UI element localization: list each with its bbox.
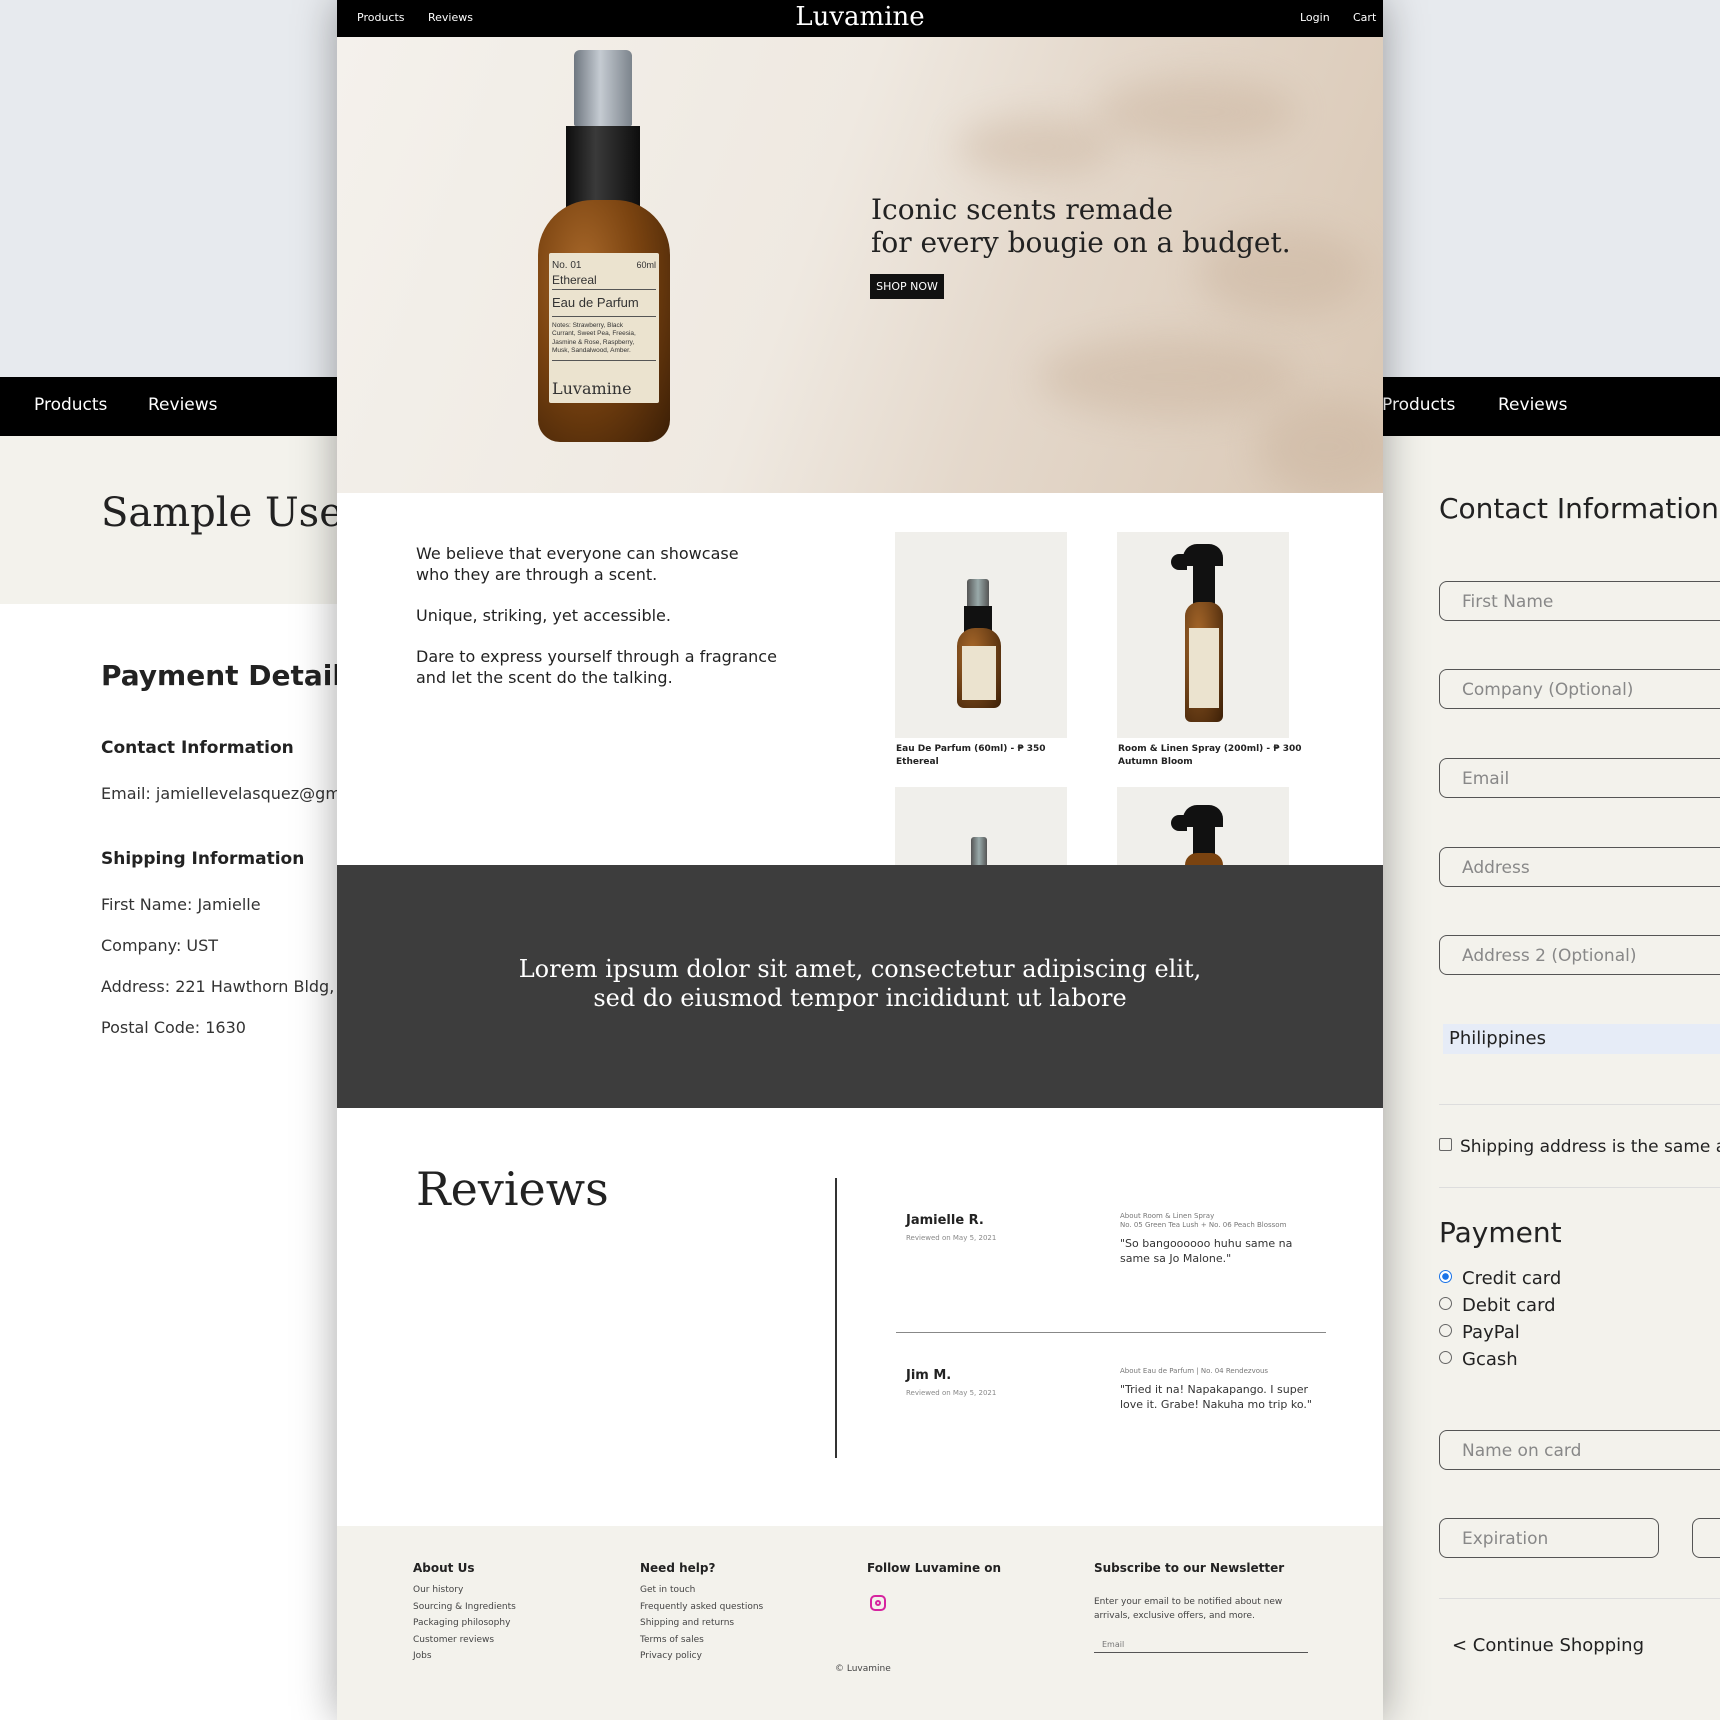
radio-paypal[interactable]: PayPal <box>1439 1322 1520 1343</box>
email-field[interactable]: Email <box>1439 758 1720 798</box>
divider <box>1439 1598 1720 1599</box>
product-card-eau-de-parfum[interactable] <box>895 532 1067 738</box>
address-field[interactable]: Address <box>1439 847 1720 887</box>
address-line: Address: 221 Hawthorn Bldg, Ce <box>101 977 361 996</box>
perfume-bottle-image: No. 01 60ml Ethereal Eau de Parfum Notes… <box>538 50 670 442</box>
checkout-nav-bar: Products Reviews <box>1330 377 1720 436</box>
reviews-divider <box>835 1178 837 1458</box>
nav-products-link[interactable]: Products <box>1382 395 1455 415</box>
footer-newsletter-title: Subscribe to our Newsletter <box>1094 1561 1285 1575</box>
radio-label: Debit card <box>1462 1295 1556 1316</box>
cvv-field[interactable] <box>1692 1518 1720 1558</box>
radio-button[interactable] <box>1439 1270 1452 1283</box>
reviews-title: Reviews <box>416 1162 609 1216</box>
divider <box>1439 1187 1720 1188</box>
contact-info-heading: Contact Information <box>101 738 294 758</box>
nav-reviews-link[interactable]: Reviews <box>1498 395 1568 415</box>
label-number: No. 01 <box>552 260 582 271</box>
continue-shopping-link[interactable]: < Continue Shopping <box>1452 1635 1644 1656</box>
hero-banner <box>337 37 1383 493</box>
review-text: "Tried it na! Napakapango. I super love … <box>1120 1383 1312 1411</box>
nav-login-link[interactable]: Login <box>1300 11 1330 24</box>
footer-link[interactable]: Get in touch <box>640 1582 763 1599</box>
same-address-label: Shipping address is the same a <box>1460 1137 1720 1157</box>
footer-help-title: Need help? <box>640 1561 716 1575</box>
review-date: Reviewed on May 5, 2021 <box>906 1389 997 1397</box>
footer-help-links: Get in touch Frequently asked questions … <box>640 1582 763 1665</box>
checkbox[interactable] <box>1439 1138 1452 1151</box>
radio-button[interactable] <box>1439 1351 1452 1364</box>
quote-band: Lorem ipsum dolor sit amet, consectetur … <box>337 865 1383 1108</box>
footer-about-title: About Us <box>413 1561 475 1575</box>
nav-cart-link[interactable]: Cart <box>1353 11 1376 24</box>
company-field[interactable]: Company (Optional) <box>1439 669 1720 709</box>
nav-products-link[interactable]: Products <box>34 395 107 415</box>
radio-credit-card[interactable]: Credit card <box>1439 1268 1561 1289</box>
brand-intro-text: We believe that everyone can showcase who… <box>416 544 777 687</box>
footer-link[interactable]: Terms of sales <box>640 1632 763 1649</box>
review-date: Reviewed on May 5, 2021 <box>906 1234 997 1242</box>
divider <box>1439 1104 1720 1105</box>
reviewer-name: Jamielle R. <box>906 1213 984 1228</box>
product-name-eau-de-parfum[interactable]: Eau De Parfum (60ml) - ₱ 350 Ethereal <box>896 743 1046 769</box>
first-name-line: First Name: Jamielle <box>101 895 261 914</box>
footer-link[interactable]: Frequently asked questions <box>640 1599 763 1616</box>
footer-link[interactable]: Sourcing & Ingredients <box>413 1599 516 1616</box>
footer-link[interactable]: Jobs <box>413 1648 516 1665</box>
hero-headline: Iconic scents remade for every bougie on… <box>871 193 1291 259</box>
label-brand: Luvamine <box>552 379 632 398</box>
payment-title: Payment <box>1439 1216 1562 1249</box>
payment-details-title: Payment Details <box>101 659 359 692</box>
company-line: Company: UST <box>101 936 219 955</box>
brand-logo[interactable]: Luvamine <box>337 2 1383 32</box>
first-name-field[interactable]: First Name <box>1439 581 1720 621</box>
radio-button[interactable] <box>1439 1297 1452 1310</box>
radio-label: PayPal <box>1462 1322 1520 1343</box>
copyright: © Luvamine <box>835 1664 891 1674</box>
footer-link[interactable]: Our history <box>413 1582 516 1599</box>
name-on-card-field[interactable]: Name on card <box>1439 1430 1720 1470</box>
product-card[interactable] <box>895 787 1067 865</box>
footer-about-links: Our history Sourcing & Ingredients Packa… <box>413 1582 516 1665</box>
shipping-info-heading: Shipping Information <box>101 849 305 869</box>
radio-debit-card[interactable]: Debit card <box>1439 1295 1556 1316</box>
expiration-field[interactable]: Expiration <box>1439 1518 1659 1558</box>
radio-label: Gcash <box>1462 1349 1518 1370</box>
footer-link[interactable]: Privacy policy <box>640 1648 763 1665</box>
instagram-icon[interactable] <box>870 1595 886 1611</box>
newsletter-text: Enter your email to be notified about ne… <box>1094 1597 1283 1621</box>
label-type: Eau de Parfum <box>552 295 639 310</box>
review-product: About Eau de Parfum | No. 04 Rendezvous <box>1120 1367 1269 1375</box>
product-card[interactable] <box>1117 787 1289 865</box>
country-select[interactable]: Philippines <box>1443 1024 1720 1054</box>
postal-code-line: Postal Code: 1630 <box>101 1018 246 1037</box>
user-name-title: Sample User <box>101 490 362 536</box>
radio-gcash[interactable]: Gcash <box>1439 1349 1518 1370</box>
same-address-checkbox-row[interactable]: Shipping address is the same a <box>1439 1137 1720 1157</box>
review-separator <box>896 1332 1326 1333</box>
reviewer-name: Jim M. <box>906 1368 952 1383</box>
shop-now-button[interactable]: SHOP NOW <box>870 274 944 299</box>
nav-reviews-link[interactable]: Reviews <box>148 395 218 415</box>
product-card-room-spray[interactable] <box>1117 532 1289 738</box>
radio-button[interactable] <box>1439 1324 1452 1337</box>
review-product: About Room & Linen Spray No. 05 Green Tea… <box>1120 1212 1287 1229</box>
label-scent-name: Ethereal <box>552 273 597 287</box>
product-name-room-spray[interactable]: Room & Linen Spray (200ml) - ₱ 300 Autumn… <box>1118 743 1301 769</box>
bottle-label: No. 01 60ml Ethereal Eau de Parfum Notes… <box>549 253 659 403</box>
newsletter-email-input[interactable] <box>1094 1636 1308 1653</box>
label-notes: Notes: Strawberry, Black Currant, Sweet … <box>552 322 636 354</box>
address2-field[interactable]: Address 2 (Optional) <box>1439 935 1720 975</box>
footer-follow-title: Follow Luvamine on <box>867 1561 1002 1575</box>
footer-link[interactable]: Customer reviews <box>413 1632 516 1649</box>
radio-label: Credit card <box>1462 1268 1562 1289</box>
quote-text: Lorem ipsum dolor sit amet, consectetur … <box>518 955 1202 1012</box>
top-nav-bar: Products Reviews Luvamine Login Cart <box>337 0 1383 37</box>
footer-link[interactable]: Packaging philosophy <box>413 1615 516 1632</box>
label-volume: 60ml <box>636 260 656 270</box>
footer-link[interactable]: Shipping and returns <box>640 1615 763 1632</box>
email-line: Email: jamiellevelasquez@gmail. <box>101 784 365 803</box>
contact-info-title: Contact Information <box>1439 492 1719 525</box>
review-text: "So bangoooooo huhu same na same sa Jo M… <box>1120 1237 1293 1265</box>
